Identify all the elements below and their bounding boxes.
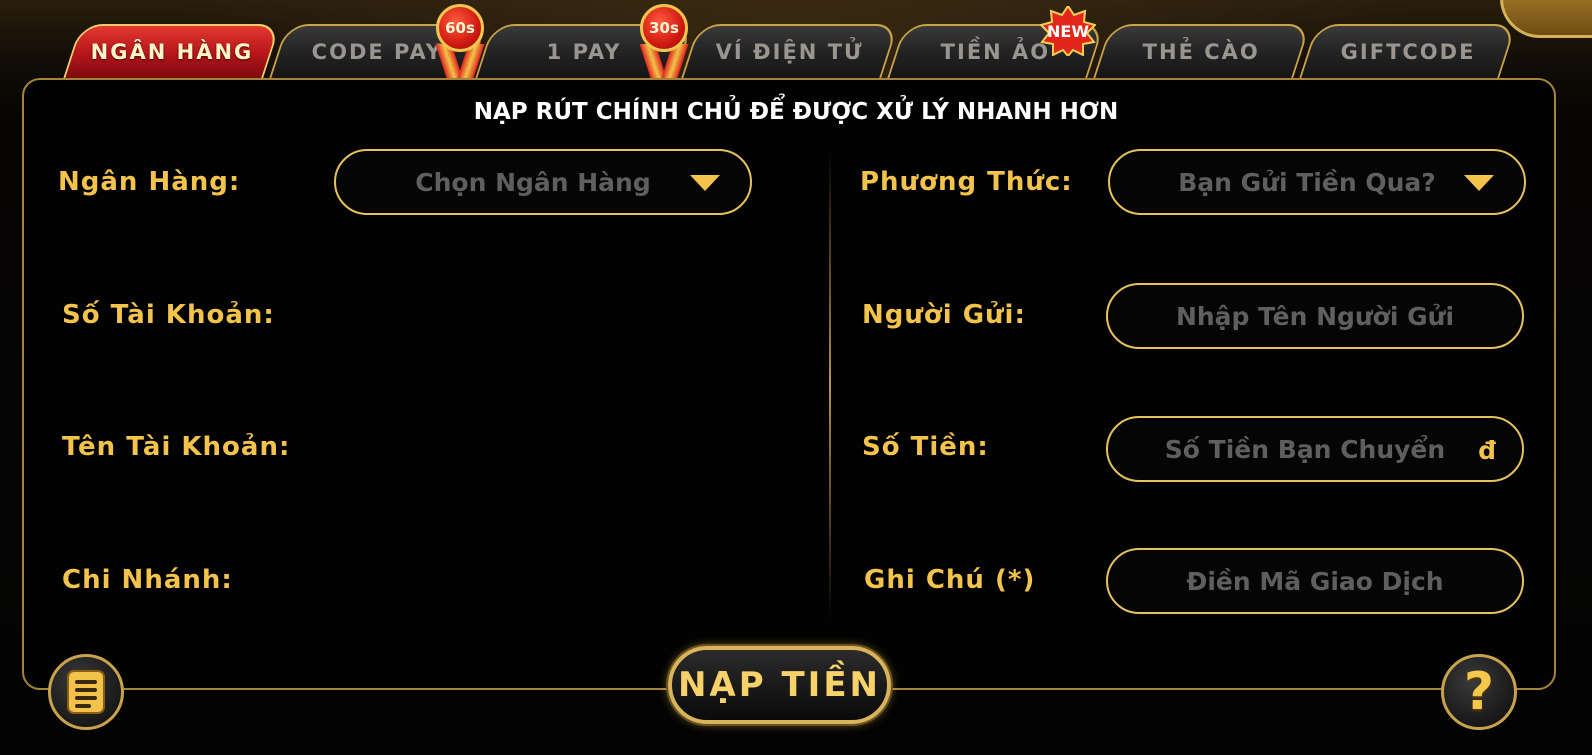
amount-input[interactable]: Số Tiền Bạn Chuyển đ [1106,416,1524,482]
page-title: NẠP RÚT CHÍNH CHỦ ĐỂ ĐƯỢC XỬ LÝ NHANH HƠ… [473,99,1119,125]
tab-giftcode[interactable]: GIFTCODE [1299,24,1517,78]
account-number-label: Số Tài Khoản: [62,300,275,330]
deposit-button[interactable]: NẠP TIỀN [668,646,891,724]
new-badge: NEW [1040,6,1096,56]
dropdown-caret-icon [690,175,720,191]
method-select[interactable]: Bạn Gửi Tiền Qua? [1108,149,1526,215]
sender-input[interactable]: Nhập Tên Người Gửi [1106,283,1524,349]
history-icon [67,670,105,714]
history-button[interactable] [48,654,124,730]
note-label: Ghi Chú (*) [864,565,1036,595]
bank-label: Ngân Hàng: [58,167,241,197]
branch-label: Chi Nhánh: [62,565,233,595]
currency-symbol: đ [1478,436,1496,465]
tab-vi-dien-tu[interactable]: VÍ ĐIỆN TỬ [681,24,899,78]
timer-badge-60s: 60s [432,4,492,88]
column-divider [829,150,831,620]
account-name-label: Tên Tài Khoản: [62,432,291,462]
bank-select[interactable]: Chọn Ngân Hàng [334,149,752,215]
help-icon: ? [1463,662,1495,722]
sender-label: Người Gửi: [862,300,1026,330]
method-label: Phương Thức: [860,167,1073,197]
tab-the-cao[interactable]: THẺ CÀO [1093,24,1311,78]
amount-label: Số Tiền: [862,432,989,462]
timer-badge-30s: 30s [636,4,696,88]
tab-ngan-hang[interactable]: NGÂN HÀNG [63,24,281,78]
note-input[interactable]: Điền Mã Giao Dịch [1106,548,1524,614]
help-button[interactable]: ? [1441,654,1517,730]
dropdown-caret-icon [1464,175,1494,191]
